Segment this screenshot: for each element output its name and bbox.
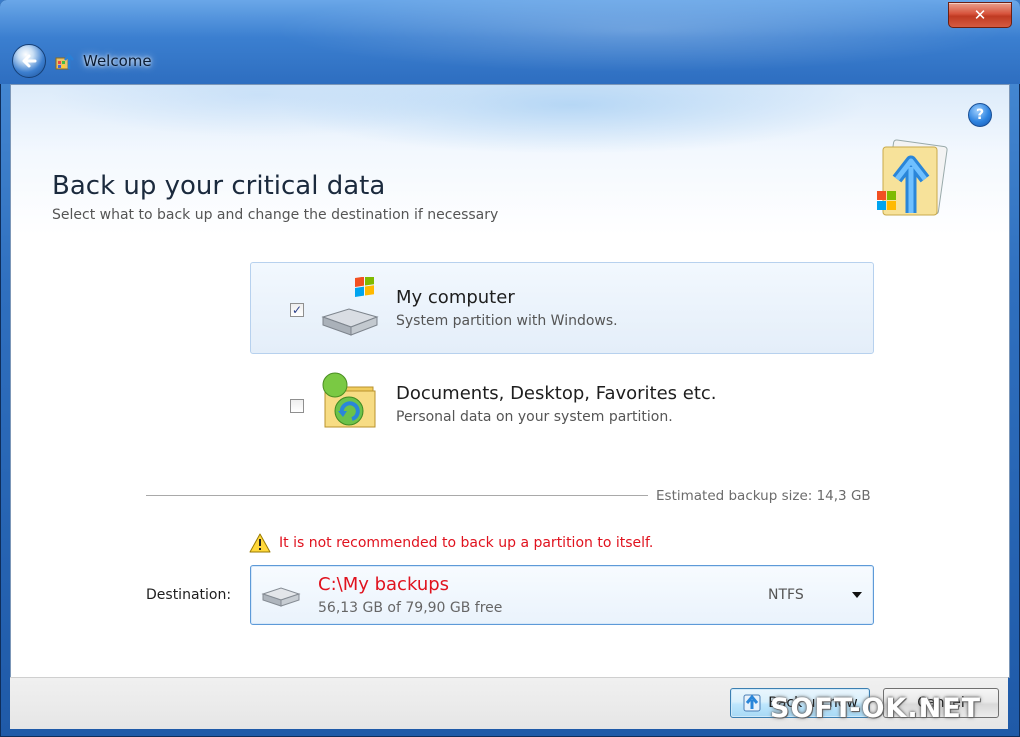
destination-label: Destination:	[146, 587, 232, 603]
personal-folder-icon	[322, 372, 376, 428]
option-personal-data[interactable]: Documents, Desktop, Favorites etc. Perso…	[250, 358, 874, 450]
size-divider	[146, 495, 648, 496]
title-bar: ✕ Welcome	[0, 0, 1020, 84]
backup-arrow-icon	[743, 694, 761, 712]
back-arrow-icon	[22, 54, 37, 68]
page-title: Back up your critical data	[52, 171, 386, 201]
option-title: My computer	[396, 287, 515, 308]
backup-hero-icon	[877, 139, 948, 216]
close-icon: ✕	[973, 6, 987, 24]
destination-filesystem: NTFS	[768, 587, 804, 603]
back-button[interactable]	[12, 44, 46, 78]
dropdown-arrow-icon[interactable]	[852, 592, 862, 598]
destination-free-space: 56,13 GB of 79,90 GB free	[318, 600, 503, 616]
hard-drive-icon	[261, 587, 301, 607]
watermark: SOFT-OK.NET	[770, 693, 982, 724]
computer-drive-windows-icon	[321, 277, 379, 336]
warning-icon	[249, 533, 271, 553]
wizard-content: ? Back up your critical data Select what…	[10, 84, 1010, 678]
option-description: Personal data on your system partition.	[396, 409, 673, 425]
estimated-backup-size: Estimated backup size: 14,3 GB	[656, 488, 871, 504]
page-subtitle: Select what to back up and change the de…	[52, 207, 499, 223]
backup-wizard-window: ✕ Welcome ? Back up your critical data S…	[0, 0, 1020, 737]
option-my-computer[interactable]: ✓ My computer System partition with Wind…	[250, 262, 874, 354]
destination-path: C:\My backups	[318, 574, 450, 595]
destination-dropdown[interactable]: C:\My backups 56,13 GB of 79,90 GB free …	[250, 565, 874, 625]
option-title: Documents, Desktop, Favorites etc.	[396, 383, 717, 404]
app-icon	[55, 52, 74, 70]
help-icon[interactable]: ?	[968, 103, 992, 127]
personal-data-checkbox[interactable]	[290, 399, 304, 413]
my-computer-checkbox[interactable]: ✓	[290, 303, 304, 317]
option-description: System partition with Windows.	[396, 313, 618, 329]
warning-text: It is not recommended to back up a parti…	[279, 535, 654, 551]
close-button[interactable]: ✕	[948, 2, 1012, 28]
window-title: Welcome	[83, 52, 152, 70]
